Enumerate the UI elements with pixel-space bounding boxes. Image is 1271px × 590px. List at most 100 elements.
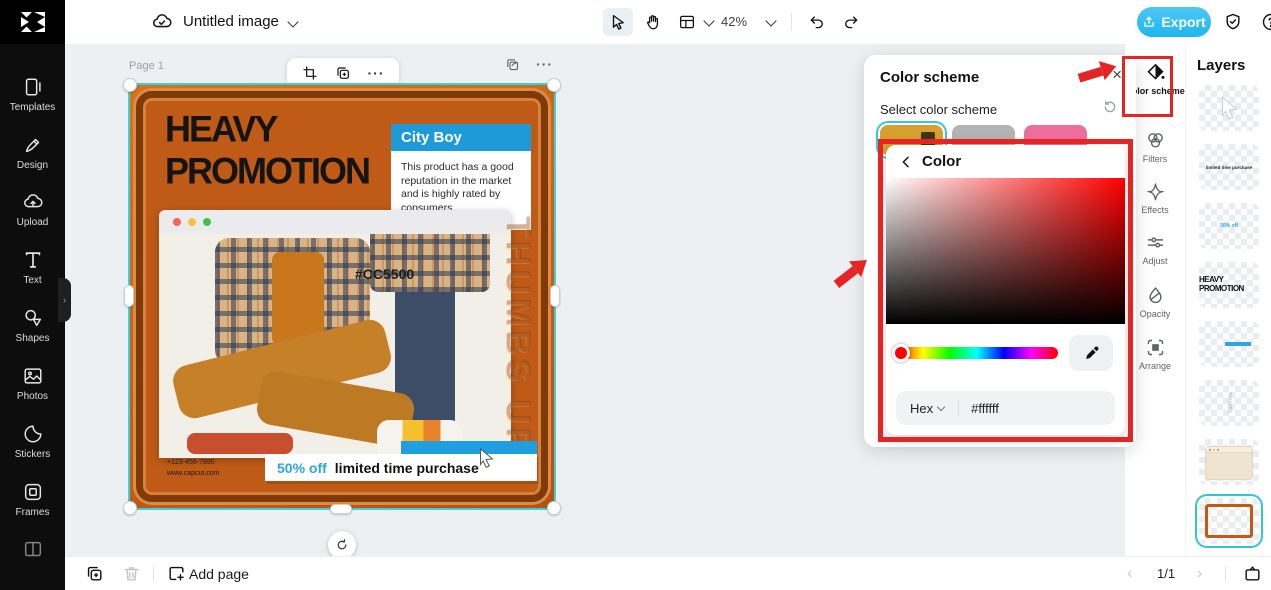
sidebar-item-label: Text: [23, 275, 42, 286]
poster-headline[interactable]: HEAVY PROMOTION: [165, 108, 415, 191]
select-tool-button[interactable]: [603, 8, 633, 36]
layer-limited-time-text[interactable]: limited time purchase: [1199, 144, 1259, 190]
layer-vertical-text[interactable]: THUMBS: [1199, 380, 1259, 426]
capcut-logo[interactable]: [0, 0, 65, 44]
adjust-icon: [1147, 237, 1163, 248]
hex-format-chevron-icon[interactable]: [936, 402, 946, 412]
sidebar-item-design[interactable]: Design: [0, 134, 65, 171]
next-page-button[interactable]: ›: [1197, 557, 1202, 590]
sidebar-item-frames[interactable]: Frames: [0, 481, 65, 518]
add-page-icon[interactable]: [167, 564, 186, 583]
resize-handle-right[interactable]: [550, 285, 560, 307]
present-button[interactable]: [1243, 564, 1262, 583]
export-label: Export: [1161, 14, 1206, 30]
zoom-level[interactable]: 42%: [721, 0, 747, 44]
layer-text: limited time purchase: [1205, 164, 1253, 170]
prev-page-button[interactable]: ‹: [1127, 557, 1132, 590]
back-chevron-icon[interactable]: [898, 154, 914, 170]
blue-line-thumb: [1225, 342, 1251, 346]
sidebar-item-templates[interactable]: Templates: [0, 76, 65, 113]
traffic-dot-red: [173, 218, 181, 226]
redo-button[interactable]: [837, 8, 865, 36]
resize-handle-left[interactable]: [124, 285, 134, 307]
saturation-field[interactable]: [886, 178, 1125, 324]
close-icon[interactable]: ×: [1112, 65, 1122, 85]
bottom-bar: Add page ‹ 1/1 ›: [65, 556, 1271, 590]
layer-blue-line[interactable]: [1199, 321, 1259, 367]
undo-button[interactable]: [803, 8, 831, 36]
hex-input[interactable]: Hex #ffffff: [896, 391, 1115, 425]
export-button[interactable]: Export: [1137, 7, 1211, 37]
resize-handle-top-right[interactable]: [547, 78, 561, 92]
hue-slider-handle[interactable]: [892, 344, 910, 362]
layer-headline-text[interactable]: HEAVY PROMOTION: [1199, 262, 1259, 308]
duplicate-page-icon[interactable]: [505, 57, 520, 72]
stickers-icon: [24, 425, 42, 443]
layout-chevron-down-icon[interactable]: [703, 15, 715, 27]
bottom-divider: [153, 566, 154, 582]
layer-cursor[interactable]: [1199, 85, 1259, 131]
rotate-handle[interactable]: [328, 531, 356, 559]
title-chevron-down-icon[interactable]: [287, 16, 299, 28]
export-icon: [1144, 16, 1155, 27]
resize-handle-top-left[interactable]: [123, 78, 137, 92]
photo-standing-shirt: [370, 234, 490, 293]
bottom-divider-right: [1225, 566, 1226, 582]
toolbar-divider: [791, 13, 792, 31]
eyedropper-button[interactable]: [1069, 335, 1113, 371]
sidebar-collapse-handle[interactable]: ›: [58, 278, 71, 322]
layer-browser-frame[interactable]: [1199, 439, 1259, 485]
duplicate-icon[interactable]: [335, 65, 351, 81]
page-more-icon[interactable]: ···: [536, 56, 553, 72]
poster-design[interactable]: HEAVY PROMOTION City Boy This product ha…: [130, 85, 554, 508]
poster-blue-bar[interactable]: [401, 441, 537, 454]
sidebar-item-upload[interactable]: Upload: [0, 191, 65, 228]
reset-icon[interactable]: [1102, 99, 1118, 115]
sidebar-item-partial[interactable]: [0, 539, 65, 561]
sidebar-item-label: Upload: [16, 217, 49, 228]
poster-hex-label[interactable]: #CC5500: [355, 266, 414, 282]
privacy-shield-icon[interactable]: [1223, 12, 1243, 32]
more-options-icon[interactable]: ···: [368, 65, 385, 81]
orange-frame-thumb: [1205, 504, 1253, 538]
hex-value[interactable]: #ffffff: [971, 401, 999, 416]
hue-slider[interactable]: [892, 344, 1058, 362]
opacity-icon: [1148, 287, 1162, 304]
sidebar-item-text[interactable]: Text: [0, 249, 65, 286]
layers-panel: Layers limited time purchase 50% off HEA…: [1185, 44, 1271, 556]
poster-orange-frame: HEAVY PROMOTION City Boy This product ha…: [136, 91, 548, 502]
resize-handle-bottom-right[interactable]: [547, 501, 561, 515]
sidebar-item-label: Photos: [16, 391, 49, 402]
resize-handle-bottom[interactable]: [330, 504, 352, 514]
document-title[interactable]: Untitled image: [183, 0, 279, 44]
crop-icon[interactable]: [302, 65, 318, 81]
hand-tool-button[interactable]: [639, 8, 667, 36]
templates-icon: [25, 78, 41, 96]
layout-tool-icon: [679, 15, 695, 29]
sidebar-item-stickers[interactable]: Stickers: [0, 423, 65, 460]
zoom-chevron-down-icon[interactable]: [765, 15, 777, 27]
sidebar-item-label: Design: [16, 160, 49, 171]
color-scheme-panel-title: Color scheme: [880, 69, 980, 86]
callout-title: City Boy: [391, 124, 531, 151]
poster-contact-info[interactable]: +123-456-7890 www.capcut.com: [167, 458, 220, 479]
capcut-logo-icon: [20, 12, 45, 32]
browser-window-mockup[interactable]: [159, 210, 511, 458]
help-icon[interactable]: [1261, 12, 1271, 32]
color-panel-header: Color: [886, 145, 1125, 178]
layout-tool-button[interactable]: [673, 8, 701, 36]
duplicate-page-button[interactable]: [85, 564, 104, 583]
sidebar-item-photos[interactable]: Photos: [0, 365, 65, 402]
cloud-saved-icon: [153, 14, 172, 28]
delete-page-button[interactable]: [122, 564, 141, 583]
selected-element-frame[interactable]: HEAVY PROMOTION City Boy This product ha…: [123, 78, 561, 559]
sidebar-item-label: Stickers: [14, 449, 51, 460]
white-cursor-icon: [479, 447, 494, 469]
resize-handle-bottom-left[interactable]: [123, 501, 137, 515]
hex-format-label[interactable]: Hex: [910, 401, 933, 416]
layer-offer-text[interactable]: 50% off: [1199, 203, 1259, 249]
layer-orange-frame[interactable]: [1199, 498, 1259, 544]
sidebar-item-shapes[interactable]: Shapes: [0, 307, 65, 344]
redo-icon: [845, 16, 858, 29]
add-page-button[interactable]: Add page: [189, 557, 249, 590]
